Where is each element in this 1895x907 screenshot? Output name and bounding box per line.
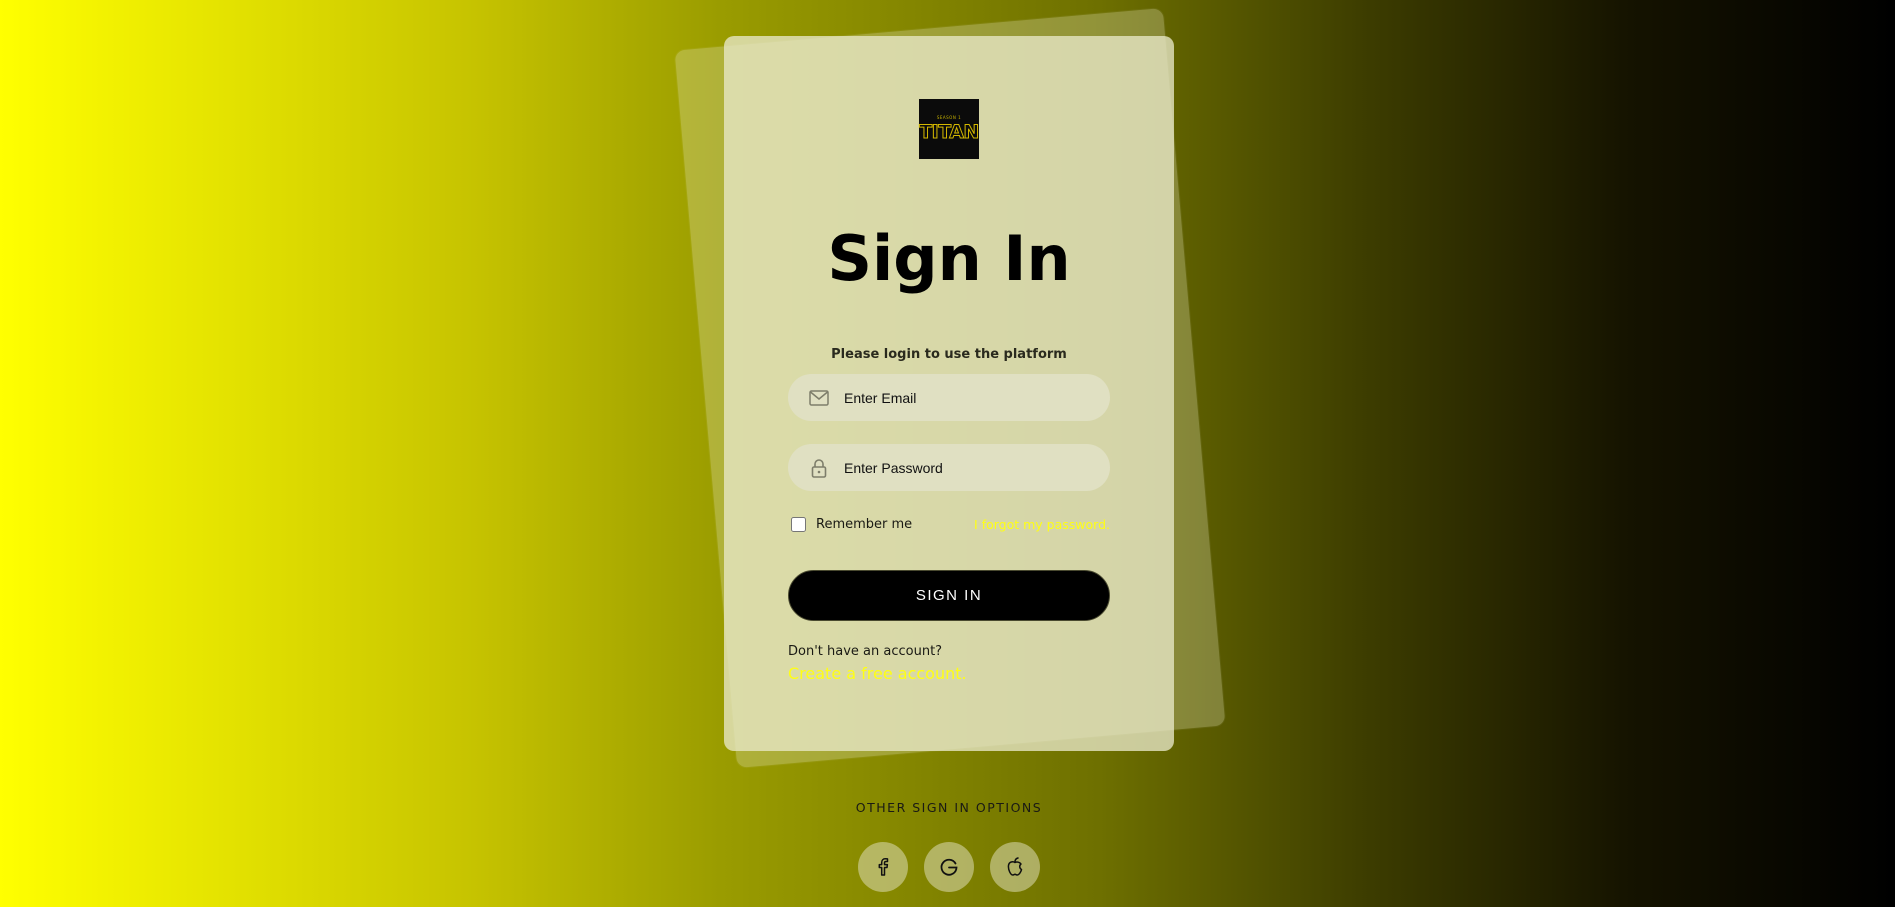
no-account-text: Don't have an account?	[788, 644, 943, 659]
login-subtitle: Please login to use the platform	[831, 347, 1067, 362]
logo-brand-text: TITAN	[919, 121, 980, 144]
facebook-icon	[878, 858, 889, 876]
logo-small-text: SEASON 1	[936, 115, 962, 120]
password-field-wrapper	[788, 444, 1110, 491]
forgot-password-link[interactable]: I forgot my password.	[880, 517, 1110, 532]
apple-sign-in-button[interactable]	[990, 842, 1040, 892]
titan-logo: SEASON 1 TITAN	[919, 99, 980, 159]
page-title: Sign In	[827, 222, 1071, 295]
remember-me-checkbox[interactable]	[791, 517, 806, 532]
sign-in-button[interactable]: SIGN IN	[788, 570, 1110, 621]
create-account-link[interactable]: Create a free account.	[788, 664, 967, 683]
apple-icon	[1007, 857, 1023, 876]
password-input[interactable]	[842, 458, 1086, 477]
lock-icon	[808, 457, 830, 479]
google-icon	[940, 858, 958, 876]
email-input[interactable]	[842, 388, 1086, 407]
other-sign-in-label: OTHER SIGN IN OPTIONS	[855, 800, 1043, 815]
envelope-icon	[808, 387, 830, 409]
email-field-wrapper	[788, 374, 1110, 421]
google-sign-in-button[interactable]	[924, 842, 974, 892]
facebook-sign-in-button[interactable]	[858, 842, 908, 892]
